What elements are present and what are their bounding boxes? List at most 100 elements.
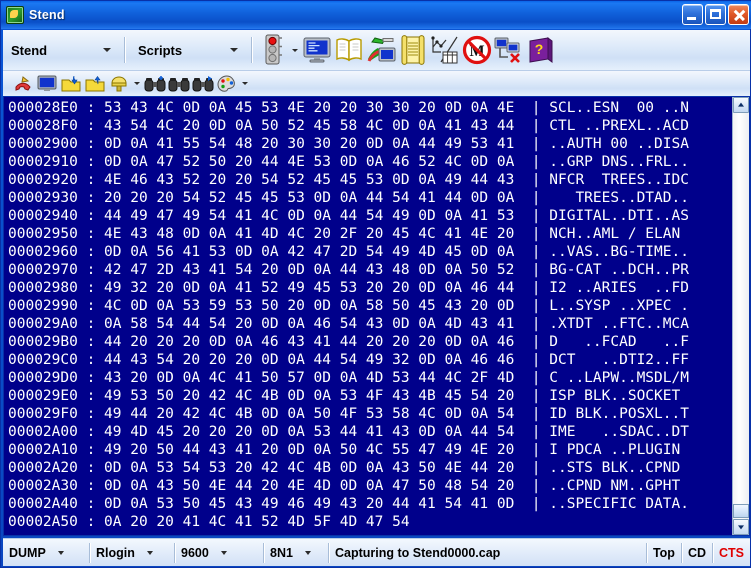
script-scroll-button[interactable] [397,33,429,67]
traffic-light-button[interactable] [257,33,289,67]
terminal-button[interactable] [35,73,59,95]
hex-row: 00002950 : 4E 43 48 0D 0A 41 4D 4C 20 2F… [8,225,732,243]
chevron-up-icon [738,102,744,107]
scroll-document-icon [401,35,425,65]
hex-ascii: .XTDT ..FTC..MCA [549,316,689,332]
hex-address: 00002A40 : [8,496,105,512]
hex-bytes: 0A 20 20 41 4C 41 52 4D 5F 4D 47 54 [104,514,515,530]
colors-dropdown-arrow[interactable] [242,82,248,85]
hex-separator: | [514,154,550,170]
hex-ascii: ..GRP DNS..FRL.. [549,154,689,170]
hex-bytes: 53 43 4C 0D 0A 45 53 4E 20 20 30 30 20 0… [104,100,515,116]
status-position[interactable]: Top [647,542,681,564]
application-window: Stend Stend Scripts ? 000028E0: 53 43 4… [0,0,751,568]
vertical-scrollbar[interactable] [732,97,749,535]
status-mode[interactable]: DUMP [3,542,89,564]
hex-separator: | [514,442,550,458]
status-cts: CTS [713,542,750,564]
find-next-button[interactable] [191,73,215,95]
hex-address: 00002920 : [8,172,105,188]
hex-row: 000028F0 : 43 54 4C 20 0D 0A 50 52 45 58… [8,117,732,135]
hex-dump-view[interactable]: 000028E0 : 53 43 4C 0D 0A 45 53 4E 20 20… [3,96,750,536]
traffic-light-dropdown-arrow[interactable] [292,48,298,52]
hex-separator: | [514,298,550,314]
hex-address: 00002A20 : [8,460,105,476]
hex-ascii: I PDCA ..PLUGIN [549,442,689,458]
hex-ascii: TREES..DTAD.. [549,190,689,206]
chevron-down-icon [230,48,238,52]
status-protocol-label: Rlogin [96,545,135,560]
disable-modem-button[interactable]: M [461,33,493,67]
capture-dropdown-arrow[interactable] [134,82,140,85]
color-palette-icon [217,74,235,92]
hex-address: 00002960 : [8,244,105,260]
hex-separator: | [514,478,550,494]
hex-separator: | [514,388,550,404]
status-baud[interactable]: 9600 [175,542,263,564]
hex-row: 00002940 : 44 49 47 49 54 41 4C 0D 0A 44… [8,207,732,225]
hex-separator: | [514,424,550,440]
hex-address: 00002910 : [8,154,105,170]
hex-bytes: 44 20 20 20 0D 0A 46 43 41 44 20 20 20 0… [104,334,515,350]
hex-address: 00002A00 : [8,424,105,440]
hex-separator: | [514,208,550,224]
hex-bytes: 0D 0A 41 55 54 48 20 30 30 20 0D 0A 44 4… [104,136,515,152]
hex-ascii: D ..FCAD ..F [549,334,689,350]
hex-ascii: DCT ..DTI2..FF [549,352,689,368]
minimize-button[interactable] [682,4,703,25]
hex-bytes: 4E 46 43 52 20 20 54 52 45 45 53 0D 0A 4… [104,172,515,188]
status-framing-label: 8N1 [270,545,293,560]
hex-ascii: C ..LAPW..MSDL/M [549,370,689,386]
hex-ascii: CTL ..PREXL..ACD [549,118,689,134]
scroll-up-button[interactable] [733,97,749,113]
maximize-button[interactable] [705,4,726,25]
terminal-window-button[interactable] [301,33,333,67]
colors-button[interactable] [215,73,239,95]
hex-ascii: ..STS BLK..CPND [549,460,689,476]
status-position-label: Top [652,545,675,560]
hex-bytes: 42 47 2D 43 41 54 20 0D 0A 44 43 48 0D 0… [104,262,515,278]
hex-row: 00002980 : 49 32 20 0D 0A 41 52 49 45 53… [8,279,732,297]
disconnect-button[interactable] [493,33,525,67]
hex-address: 00002950 : [8,226,105,242]
status-mode-label: DUMP [9,545,46,560]
status-cd-label: CD [687,545,706,560]
status-protocol[interactable]: Rlogin [90,542,174,564]
receive-file-button[interactable] [59,73,83,95]
capture-button[interactable] [107,73,131,95]
hangup-button[interactable] [11,73,35,95]
hex-bytes: 0D 0A 43 50 4E 44 20 4E 4D 0D 0A 47 50 4… [104,478,515,494]
scrollbar-thumb[interactable] [733,504,749,518]
hex-row: 000029C0 : 44 43 54 20 20 20 0D 0A 44 54… [8,351,732,369]
hex-row: 000029E0 : 49 53 50 20 42 4C 4B 0D 0A 53… [8,387,732,405]
traffic-light-icon [265,34,282,65]
logbook-button[interactable] [333,33,365,67]
graph-table-button[interactable] [429,33,461,67]
secondary-toolbar [3,70,750,96]
scroll-down-button[interactable] [733,519,749,535]
find-button[interactable] [143,73,167,95]
toolbar-divider [124,37,125,63]
find-again-button[interactable] [167,73,191,95]
status-framing[interactable]: 8N1 [264,542,328,564]
binoculars-icon [168,77,190,91]
status-cd: CD [682,542,712,564]
hex-row: 000029A0 : 0A 58 54 44 54 20 0D 0A 46 54… [8,315,732,333]
hex-ascii: ID BLK..POSXL..T [549,406,689,422]
hex-bytes: 0D 0A 47 52 50 20 44 4E 53 0D 0A 46 52 4… [104,154,515,170]
close-button[interactable] [728,4,749,25]
binoculars-next-icon [192,75,214,91]
hex-ascii: DIGITAL..DTI..AS [549,208,689,224]
help-button[interactable]: ? [525,33,557,67]
chevron-down-icon [220,550,227,555]
send-file-button[interactable] [83,73,107,95]
chevron-down-icon [304,550,311,555]
scripts-dropdown[interactable]: Scripts [130,38,246,62]
hex-ascii: ..AUTH 00 ..DISA [549,136,689,152]
configure-monitor-button[interactable] [365,33,397,67]
hex-bytes: 20 20 20 54 52 45 45 53 0D 0A 44 54 41 4… [104,190,515,206]
open-book-icon [336,38,362,62]
hex-separator: | [514,118,550,134]
hex-row: 000028E0 : 53 43 4C 0D 0A 45 53 4E 20 20… [8,99,732,117]
stend-dropdown[interactable]: Stend [3,38,119,62]
